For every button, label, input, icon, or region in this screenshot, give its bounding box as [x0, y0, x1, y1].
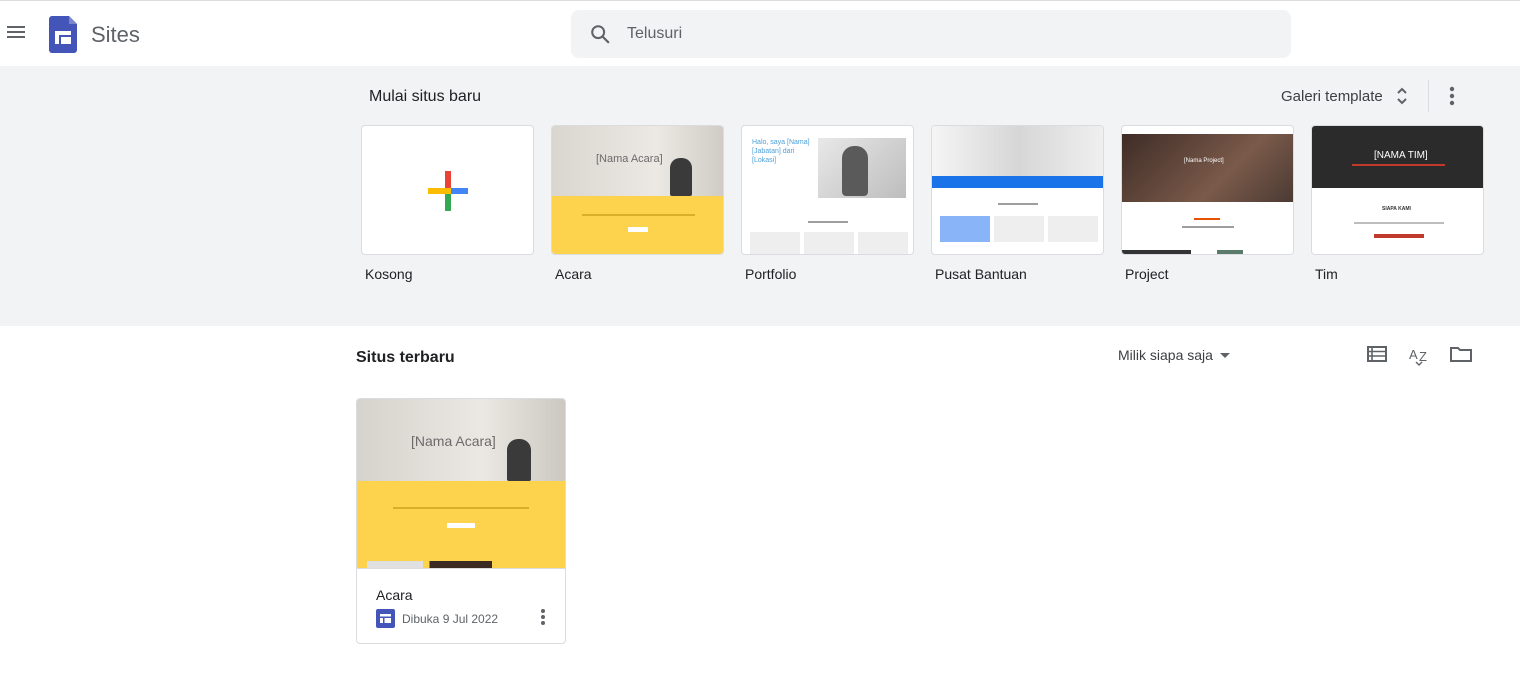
thumb-title: Halo, saya [Nama] [Jabatan] dari [Lokasi…: [752, 139, 810, 164]
template-thumbnail[interactable]: Halo, saya [Nama] [Jabatan] dari [Lokasi…: [741, 125, 914, 255]
thumb-text-line: [808, 221, 848, 223]
arrow-drop-down-icon: [1219, 353, 1230, 358]
thumb-grid-block: [750, 232, 800, 254]
thumb-hero-image: [932, 126, 1103, 176]
new-site-heading: Mulai situs baru: [369, 88, 482, 105]
site-thumbnail[interactable]: [Nama Acara]: [357, 399, 565, 569]
toolbar-divider: [1428, 80, 1429, 112]
more-vert-icon[interactable]: [1438, 82, 1466, 110]
thumb-person-shape: [507, 439, 531, 481]
main-menu-button[interactable]: [5, 23, 27, 45]
plus-icon: [428, 171, 468, 211]
thumb-blue-band: [932, 176, 1103, 188]
thumb-image-strip: [1122, 250, 1293, 254]
recent-site-card[interactable]: [Nama Acara] Acara Dibuka 9 Jul 2022: [356, 398, 566, 644]
thumb-text-line: [1194, 218, 1220, 220]
owner-filter-label: Milik siapa saja: [1118, 347, 1213, 363]
template-card-team[interactable]: [NAMA TIM] SIAPA KAMI Tim: [1311, 125, 1484, 282]
thumb-grid-block: [804, 232, 854, 254]
template-card-event[interactable]: [Nama Acara] Acara: [551, 125, 724, 282]
search-input[interactable]: [627, 10, 1267, 58]
site-opened-date: Dibuka 9 Jul 2022: [402, 611, 499, 626]
svg-text:Z: Z: [1419, 349, 1427, 364]
site-title[interactable]: Acara: [376, 587, 413, 603]
thumb-hero-image: [1122, 134, 1293, 202]
search-icon[interactable]: [589, 23, 611, 45]
template-card-project[interactable]: [Nama Project] Project: [1121, 125, 1294, 282]
template-card-portfolio[interactable]: Halo, saya [Nama] [Jabatan] dari [Lokasi…: [741, 125, 914, 282]
unfold-icon: [1397, 87, 1407, 105]
sites-logo-icon[interactable]: [49, 16, 77, 53]
thumb-text-line: [1182, 226, 1234, 228]
thumb-button: [628, 227, 648, 232]
template-label: Acara: [555, 266, 592, 282]
thumb-yellow-band: [552, 196, 723, 254]
top-app-bar: Sites: [0, 0, 1520, 66]
new-site-section: Mulai situs baru Galeri template Kosong: [0, 66, 1520, 326]
app-title[interactable]: Sites: [91, 22, 140, 48]
template-gallery-toggle[interactable]: Galeri template: [1271, 78, 1419, 114]
thumb-red-underline: [1352, 164, 1445, 166]
thumb-tile-blue: [940, 216, 990, 242]
more-vert-icon[interactable]: [531, 605, 555, 629]
template-gallery-label: Galeri template: [1281, 87, 1383, 105]
template-card-blank[interactable]: Kosong: [361, 125, 534, 282]
template-card-help-center[interactable]: Pusat Bantuan: [931, 125, 1104, 282]
thumb-grid-block: [858, 232, 908, 254]
menu-icon-line: [7, 31, 25, 33]
thumb-text-line: [582, 214, 695, 216]
template-thumbnail[interactable]: [361, 125, 534, 255]
folder-icon[interactable]: [1447, 340, 1475, 368]
thumb-tile: [994, 216, 1044, 242]
template-thumbnail[interactable]: [Nama Acara]: [551, 125, 724, 255]
template-label: Project: [1125, 266, 1169, 282]
template-label: Portfolio: [745, 266, 797, 282]
sites-file-icon: [376, 609, 395, 628]
menu-icon-line: [7, 26, 25, 28]
template-thumbnail[interactable]: [NAMA TIM] SIAPA KAMI: [1311, 125, 1484, 255]
thumb-subheading: SIAPA KAMI: [1382, 206, 1411, 212]
template-thumbnail[interactable]: [Nama Project]: [1121, 125, 1294, 255]
template-thumbnail[interactable]: [931, 125, 1104, 255]
recent-sites-heading: Situs terbaru: [356, 349, 455, 366]
svg-text:A: A: [1409, 347, 1418, 362]
thumb-text-line: [393, 507, 529, 509]
list-view-icon[interactable]: [1363, 340, 1391, 368]
thumb-title: [Nama Acara]: [411, 433, 496, 449]
thumb-title: [Nama Acara]: [596, 153, 663, 165]
thumb-button: [447, 523, 475, 528]
thumb-title: [NAMA TIM]: [1374, 150, 1428, 161]
template-label: Pusat Bantuan: [935, 266, 1027, 282]
thumb-text-line: [1354, 222, 1444, 224]
thumb-person-shape: [670, 158, 692, 196]
thumb-text-line: [998, 203, 1038, 205]
thumb-tile: [1048, 216, 1098, 242]
thumb-red-button: [1374, 234, 1424, 238]
site-meta: Dibuka 9 Jul 2022: [376, 609, 498, 628]
template-label: Kosong: [365, 266, 413, 282]
sort-az-icon[interactable]: A Z: [1405, 340, 1433, 368]
owner-filter-dropdown[interactable]: Milik siapa saja: [1110, 340, 1239, 370]
template-label: Tim: [1315, 266, 1338, 282]
thumb-person-shape: [842, 146, 868, 196]
thumb-title: [Nama Project]: [1184, 158, 1224, 164]
thumb-image-strip: [367, 561, 492, 568]
menu-icon-line: [7, 36, 25, 38]
search-bar[interactable]: [571, 10, 1291, 58]
